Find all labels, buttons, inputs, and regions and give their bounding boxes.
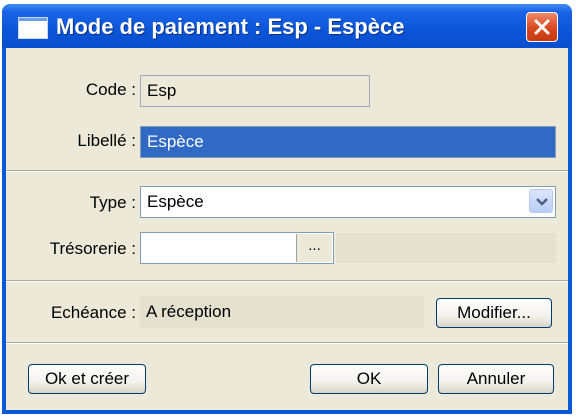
- tresorerie-label: Trésorerie :: [49, 239, 136, 258]
- close-button[interactable]: [526, 12, 558, 42]
- code-label: Code :: [85, 80, 136, 99]
- type-dropdown[interactable]: Espèce: [140, 186, 556, 218]
- type-selected-value: Espèce: [147, 192, 204, 211]
- tresorerie-field[interactable]: ...: [140, 232, 334, 264]
- tresorerie-browse-button[interactable]: ...: [296, 234, 332, 262]
- chevron-down-icon: [536, 198, 548, 206]
- tresorerie-description: [336, 233, 556, 263]
- dialog-window: Mode de paiement : Esp - Espèce Code : E…: [2, 4, 572, 414]
- ok-button[interactable]: OK: [310, 364, 428, 394]
- libelle-label: Libellé :: [77, 131, 136, 150]
- ok-and-create-button[interactable]: Ok et créer: [28, 364, 146, 394]
- separator: [6, 280, 568, 282]
- type-dropdown-button[interactable]: [529, 189, 553, 213]
- code-field[interactable]: Esp: [140, 75, 370, 107]
- modifier-button[interactable]: Modifier...: [436, 298, 552, 328]
- close-icon: [534, 19, 550, 35]
- window-icon: [18, 17, 48, 39]
- echeance-value: A réception: [140, 296, 424, 328]
- libelle-field[interactable]: Espèce: [140, 126, 556, 158]
- title-bar[interactable]: Mode de paiement : Esp - Espèce: [2, 4, 572, 48]
- dialog-body: Code : Esp Libellé : Espèce Type : Espèc…: [6, 48, 568, 410]
- separator: [6, 170, 568, 172]
- cancel-button[interactable]: Annuler: [438, 364, 554, 394]
- separator: [6, 342, 568, 344]
- echeance-label: Echéance :: [50, 303, 136, 322]
- window-title: Mode de paiement : Esp - Espèce: [56, 14, 405, 39]
- type-label: Type :: [89, 193, 136, 212]
